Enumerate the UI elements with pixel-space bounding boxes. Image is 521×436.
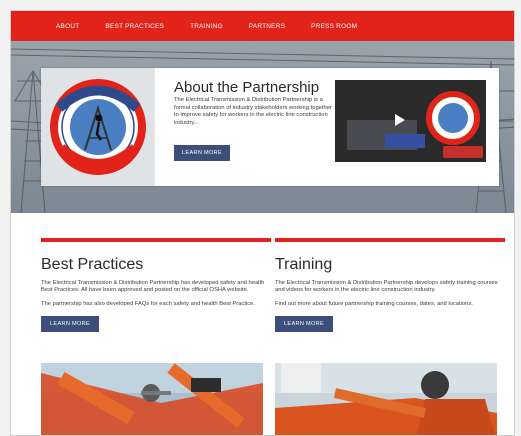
- hero-banner: About the Partnership The Electrical Tra…: [11, 41, 514, 213]
- nav-press-room[interactable]: PRESS ROOM: [311, 23, 357, 30]
- best-practices-title: Best Practices: [41, 256, 144, 273]
- top-nav: ABOUT BEST PRACTICES TRAINING PARTNERS P…: [11, 11, 514, 41]
- about-text: The Electrical Transmission & Distributi…: [174, 97, 332, 126]
- best-practices-text-1: The Electrical Transmission & Distributi…: [41, 280, 265, 294]
- best-practices-photo: [41, 363, 263, 435]
- nav-best-practices[interactable]: BEST PRACTICES: [105, 23, 164, 30]
- about-card: About the Partnership The Electrical Tra…: [41, 68, 499, 186]
- training-text-1: The Electrical Transmission & Distributi…: [275, 280, 498, 294]
- section-accent-bar: [275, 238, 505, 242]
- nav-partners[interactable]: PARTNERS: [249, 23, 285, 30]
- page-frame: ABOUT BEST PRACTICES TRAINING PARTNERS P…: [10, 10, 515, 436]
- training-title: Training: [275, 256, 333, 273]
- video-player[interactable]: [335, 80, 486, 162]
- best-practices-learn-more-button[interactable]: LEARN MORE: [41, 316, 99, 333]
- partnership-logo: [41, 68, 155, 186]
- section-accent-bar: [41, 238, 271, 242]
- training-section: Training The Electrical Transmission & D…: [275, 238, 505, 333]
- nav-about[interactable]: ABOUT: [56, 23, 79, 30]
- best-practices-section: Best Practices The Electrical Transmissi…: [41, 238, 271, 333]
- best-practices-text-2: The partnership has also developed FAQs …: [41, 300, 255, 307]
- nav-training[interactable]: TRAINING: [190, 23, 223, 30]
- about-learn-more-button[interactable]: LEARN MORE: [174, 145, 230, 161]
- about-title: About the Partnership: [174, 79, 320, 96]
- training-text-2: Find out more about future partnership t…: [275, 300, 473, 307]
- training-learn-more-button[interactable]: LEARN MORE: [275, 316, 333, 333]
- training-photo: [275, 363, 497, 435]
